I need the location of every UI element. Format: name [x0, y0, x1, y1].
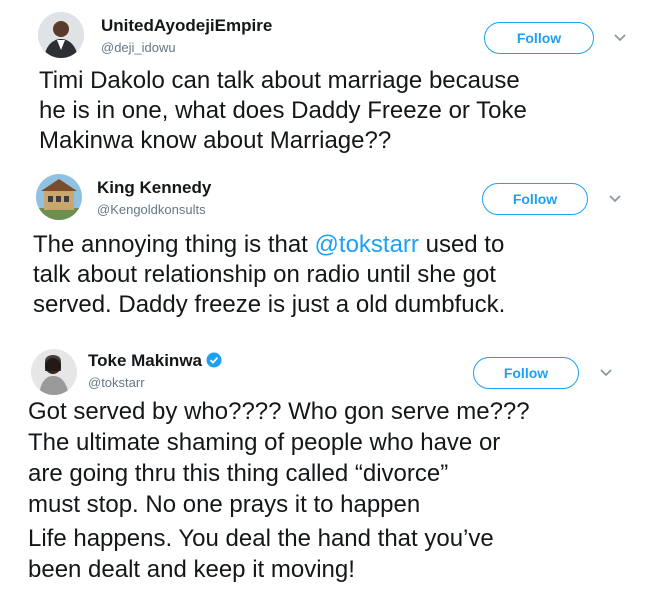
tweet-text-segment: The annoying thing is that — [33, 231, 315, 258]
tweet-text: The annoying thing is that @tokstarr use… — [33, 230, 505, 320]
person-avatar-icon — [38, 12, 84, 58]
tweet-text-line: Makinwa know about Marriage?? — [39, 127, 392, 154]
tweet: UnitedAyodejiEmpire @deji_idowu Follow T… — [0, 0, 657, 165]
tweet-text-line: Got served by who???? Who gon serve me??… — [28, 398, 530, 425]
author-name[interactable]: King Kennedy — [97, 178, 211, 198]
tweet-text-segment: used to — [418, 231, 505, 258]
verified-badge-icon — [206, 352, 222, 368]
tweet-text-line: been dealt and keep it moving! — [28, 556, 355, 583]
person-avatar-icon — [31, 349, 77, 395]
author-handle[interactable]: @deji_idowu — [101, 40, 176, 55]
follow-button[interactable]: Follow — [484, 22, 594, 54]
tweet-text-line: he is in one, what does Daddy Freeze or … — [39, 97, 527, 124]
tweet-text-line: Life happens. You deal the hand that you… — [28, 525, 494, 552]
chevron-down-icon[interactable] — [599, 368, 613, 378]
avatar[interactable] — [31, 349, 77, 395]
follow-button[interactable]: Follow — [473, 357, 579, 389]
building-avatar-icon — [36, 174, 82, 220]
tweet-text: Got served by who???? Who gon serve me??… — [28, 396, 530, 585]
author-name[interactable]: Toke Makinwa — [88, 351, 222, 371]
tweet-text-line: The annoying thing is that @tokstarr use… — [33, 230, 505, 260]
tweet: Toke Makinwa @tokstarr Follow Got served… — [0, 340, 657, 609]
follow-button[interactable]: Follow — [482, 183, 588, 215]
author-handle[interactable]: @Kengoldkonsults — [97, 202, 206, 217]
tweet-text-line: The ultimate shaming of people who have … — [28, 429, 501, 456]
tweet-text: Timi Dakolo can talk about marriage beca… — [39, 66, 527, 156]
tweet-text-line: talk about relationship on radio until s… — [33, 261, 496, 288]
chevron-down-icon[interactable] — [613, 33, 627, 43]
author-handle[interactable]: @tokstarr — [88, 375, 145, 390]
tweet-text-line: Timi Dakolo can talk about marriage beca… — [39, 67, 520, 94]
author-name-text[interactable]: Toke Makinwa — [88, 351, 202, 370]
author-name[interactable]: UnitedAyodejiEmpire — [101, 16, 272, 36]
chevron-down-icon[interactable] — [608, 194, 622, 204]
tweet-text-line: must stop. No one prays it to happen — [28, 491, 421, 518]
mention-link[interactable]: @tokstarr — [315, 231, 419, 258]
tweet-text-line: served. Daddy freeze is just a old dumbf… — [33, 291, 506, 318]
avatar[interactable] — [36, 174, 82, 220]
avatar[interactable] — [38, 12, 84, 58]
tweet-text-line: are going thru this thing called “divorc… — [28, 460, 449, 487]
tweet: King Kennedy @Kengoldkonsults Follow The… — [0, 165, 657, 340]
